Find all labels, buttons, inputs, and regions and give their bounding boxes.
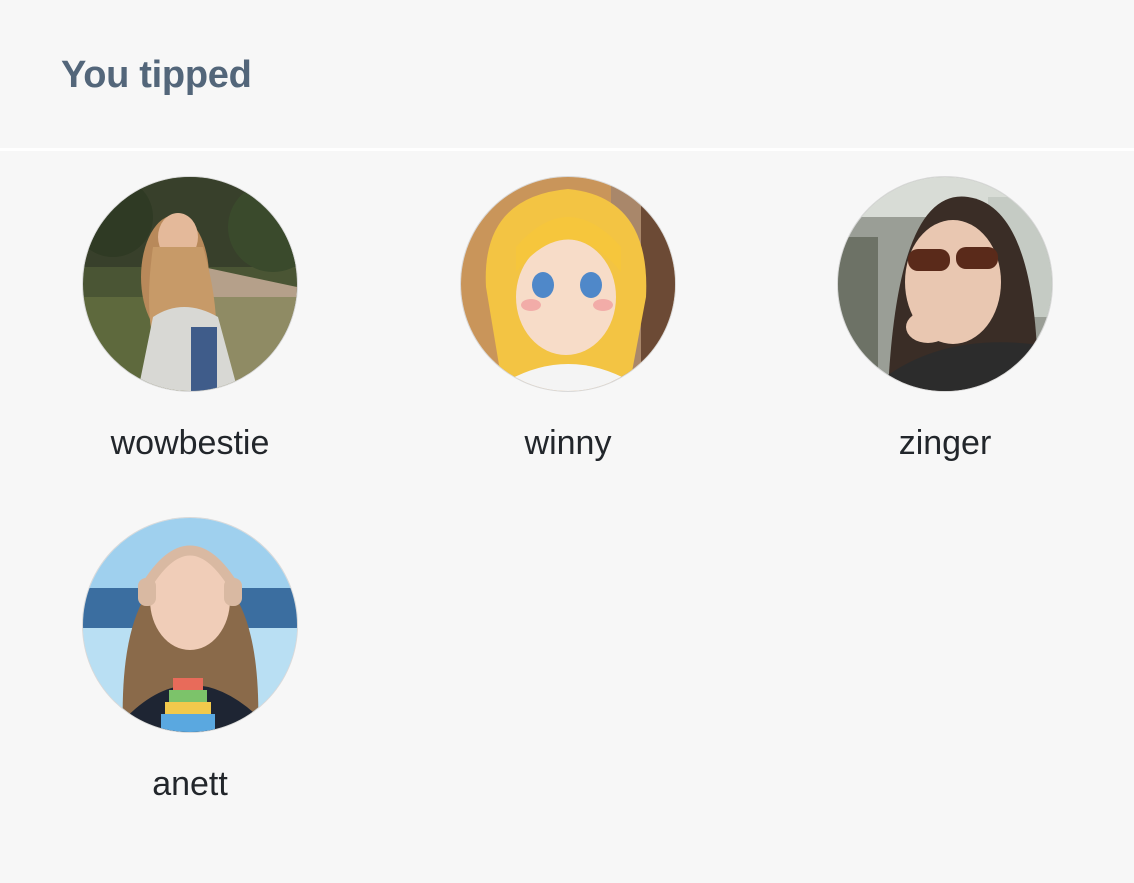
avatar[interactable] (838, 177, 1052, 391)
creator-card-anett[interactable]: anett (70, 518, 310, 818)
avatar-photo-winny (461, 177, 675, 391)
avatar[interactable] (461, 177, 675, 391)
avatar-photo-wowbestie (83, 177, 297, 391)
avatar-photo-anett (83, 518, 297, 732)
creator-card-wowbestie[interactable]: wowbestie (70, 177, 310, 477)
avatar[interactable] (83, 518, 297, 732)
creator-card-winny[interactable]: winny (448, 177, 688, 477)
avatar-photo-zinger (838, 177, 1052, 391)
page-title: You tipped (61, 54, 252, 96)
creator-name[interactable]: wowbestie (70, 423, 310, 463)
creator-card-zinger[interactable]: zinger (825, 177, 1065, 477)
avatar[interactable] (83, 177, 297, 391)
creator-name[interactable]: winny (448, 423, 688, 463)
header-divider (0, 148, 1134, 151)
creator-name[interactable]: zinger (825, 423, 1065, 463)
page-header: You tipped (0, 0, 1134, 148)
creator-name[interactable]: anett (70, 764, 310, 804)
